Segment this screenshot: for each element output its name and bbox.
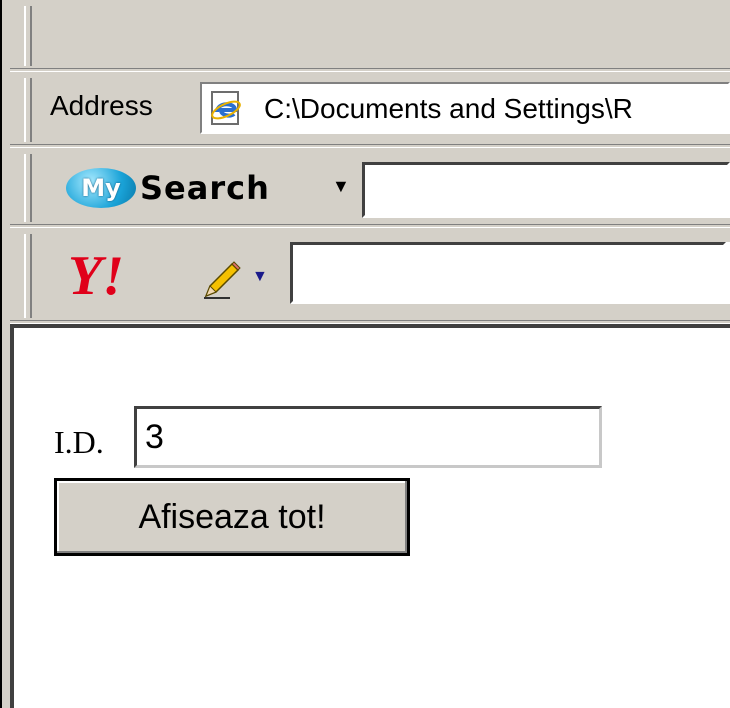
top-toolbar <box>10 0 730 72</box>
address-input[interactable]: C:\Documents and Settings\R <box>200 82 730 134</box>
address-toolbar: Address C:\Documents and Settings\R <box>10 72 730 148</box>
page-content: I.D. Afiseaza tot! <box>10 324 730 708</box>
yahoo-search-input[interactable] <box>290 242 726 304</box>
chevron-down-icon[interactable]: ▼ <box>252 268 268 286</box>
toolbar-grip[interactable] <box>24 6 32 66</box>
address-label: Address <box>50 90 153 121</box>
window-border <box>0 0 10 708</box>
browser-window: Address C:\Documents and Settings\R My S… <box>0 0 730 708</box>
pencil-icon[interactable] <box>200 258 244 302</box>
yahoo-toolbar: Y! ▼ <box>10 228 730 324</box>
mysearch-input[interactable] <box>362 162 730 218</box>
toolbar-grip[interactable] <box>24 154 32 222</box>
mysearch-my-badge: My <box>66 168 136 208</box>
id-input[interactable] <box>134 406 602 468</box>
ie-page-icon <box>211 91 241 125</box>
mysearch-search-text: Search <box>140 169 270 207</box>
yahoo-logo[interactable]: Y! <box>68 248 124 304</box>
yahoo-toolbar-filler <box>726 242 730 304</box>
chevron-down-icon[interactable]: ▼ <box>332 176 350 197</box>
afiseaza-tot-button[interactable]: Afiseaza tot! <box>54 478 410 556</box>
toolbar-grip[interactable] <box>24 234 32 318</box>
mysearch-toolbar: My Search ▼ <box>10 148 730 228</box>
toolbar-grip[interactable] <box>24 78 32 142</box>
address-text: C:\Documents and Settings\R <box>264 93 633 124</box>
mysearch-logo[interactable]: My Search <box>66 166 270 210</box>
id-label: I.D. <box>54 424 104 460</box>
